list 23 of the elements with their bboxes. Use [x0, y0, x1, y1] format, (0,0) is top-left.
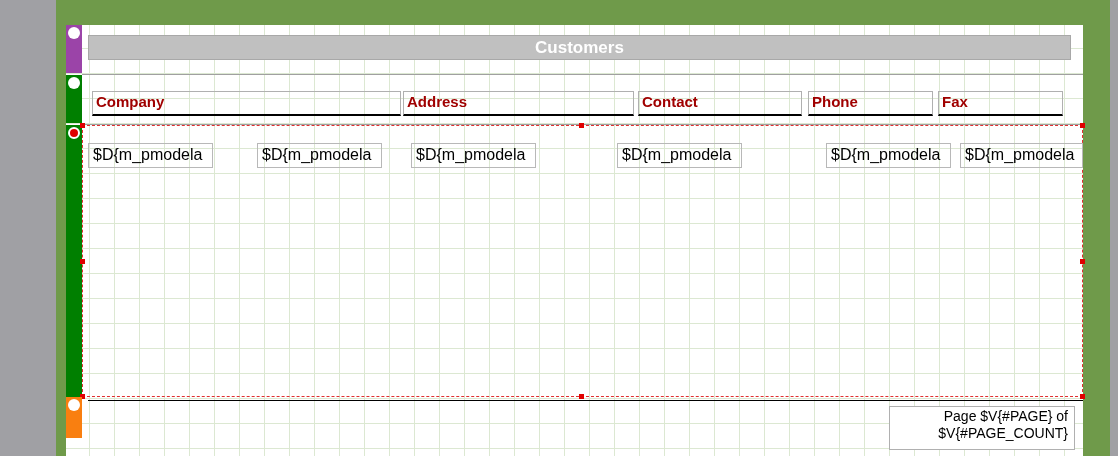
- resize-handle[interactable]: [579, 123, 584, 128]
- resize-handle[interactable]: [579, 394, 584, 399]
- column-header[interactable]: Company: [92, 91, 401, 116]
- column-header[interactable]: Contact: [638, 91, 802, 116]
- column-header[interactable]: Address: [403, 91, 634, 116]
- page-number-field[interactable]: Page $V{#PAGE} of $V{#PAGE_COUNT}: [889, 406, 1075, 450]
- text-field[interactable]: $D{m_pmodela: [257, 143, 382, 168]
- text-field[interactable]: $D{m_pmodela: [826, 143, 951, 168]
- resize-handle[interactable]: [1080, 394, 1085, 399]
- resize-handle[interactable]: [80, 123, 85, 128]
- text-field[interactable]: $D{m_pmodela: [617, 143, 742, 168]
- text-field[interactable]: $D{m_pmodela: [411, 143, 536, 168]
- band-marker[interactable]: [66, 125, 82, 397]
- column-header[interactable]: Fax: [938, 91, 1063, 116]
- band-marker[interactable]: [66, 397, 82, 438]
- resize-handle[interactable]: [1080, 259, 1085, 264]
- resize-handle[interactable]: [80, 259, 85, 264]
- column-header[interactable]: Phone: [808, 91, 933, 116]
- text-field[interactable]: $D{m_pmodela: [960, 143, 1083, 168]
- resize-handle[interactable]: [1080, 123, 1085, 128]
- band-marker[interactable]: [66, 25, 82, 73]
- band-marker[interactable]: [66, 75, 82, 123]
- text-field[interactable]: $D{m_pmodela: [88, 143, 213, 168]
